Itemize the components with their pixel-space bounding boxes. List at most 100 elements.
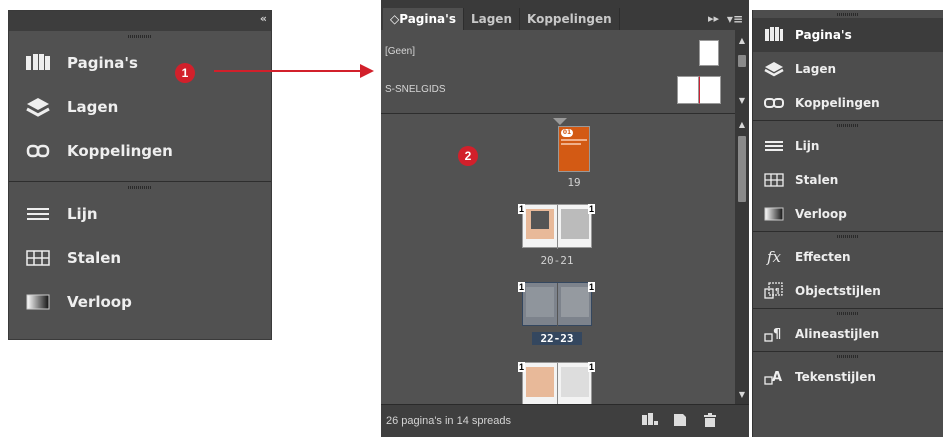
page-marker: 1 [588,282,596,292]
pages-panel: ◇Pagina's Lagen Koppelingen ▸▸ ▾≡ [Geen]… [381,0,749,437]
master-none[interactable]: [Geen] [385,46,415,57]
collapse-icon[interactable]: « [260,12,267,25]
stroke-icon [23,203,53,225]
right-item-label: Objectstijlen [795,284,881,298]
tab-pages[interactable]: ◇Pagina's [383,8,464,30]
right-item-character-styles[interactable]: A Tekenstijlen [753,360,943,394]
masters-section: [Geen] S-SNELGIDS ▲ ▼ [381,30,749,114]
page-marker: 1 [518,204,526,214]
expand-icon[interactable]: ▸▸ [708,12,719,25]
page-marker: 1 [518,282,526,292]
left-item-label: Lagen [67,98,119,116]
master-snelgids[interactable]: S-SNELGIDS [385,84,446,95]
scroll-down-icon[interactable]: ▼ [735,390,749,399]
panel-grip[interactable] [753,309,943,317]
trash-icon[interactable] [703,413,717,430]
scroll-thumb[interactable] [738,55,746,67]
right-item-pages[interactable]: Pagina's [753,18,943,52]
pages-icon [763,26,785,44]
panel-tab-bar: ◇Pagina's Lagen Koppelingen ▸▸ ▾≡ [381,0,749,30]
page-content [561,209,589,239]
links-icon [763,94,785,112]
left-item-swatches[interactable]: Stalen [9,236,271,280]
panel-menu-icon[interactable]: ▾≡ [727,12,743,26]
master-thumbnail[interactable] [699,40,719,66]
right-item-effects[interactable]: fx Effecten [753,240,943,274]
tab-links[interactable]: Koppelingen [520,8,620,30]
svg-text:¶: ¶ [773,327,781,342]
arrow-icon [214,64,374,78]
master-indicator-icon [553,118,567,125]
page-content [526,287,554,317]
edit-page-size-icon[interactable] [641,413,659,430]
right-item-object-styles[interactable]: ¶ Objectstijlen [753,274,943,308]
panel-grip[interactable] [753,10,943,18]
gradient-icon [763,205,785,223]
svg-text:¶: ¶ [775,287,779,295]
left-item-layers[interactable]: Lagen [9,85,271,129]
panel-grip[interactable] [9,31,271,41]
svg-text:A: A [772,370,782,385]
right-item-links[interactable]: Koppelingen [753,86,943,120]
scroll-thumb[interactable] [738,136,746,202]
right-item-swatches[interactable]: Stalen [753,163,943,197]
right-item-gradient[interactable]: Verloop [753,197,943,231]
panel-grip[interactable] [753,352,943,360]
right-item-label: Koppelingen [795,96,880,110]
paragraph-styles-icon: ¶ [763,325,785,343]
spine [557,363,558,404]
cover-badge: 01 [561,129,573,137]
page-marker: 1 [588,362,596,372]
new-page-icon[interactable] [673,413,687,430]
left-item-gradient[interactable]: Verloop [9,280,271,324]
right-item-layers[interactable]: Lagen [753,52,943,86]
pages-scrollbar[interactable]: ▲ ▼ [735,114,749,404]
right-item-label: Effecten [795,250,851,264]
gradient-icon [23,291,53,313]
left-item-links[interactable]: Koppelingen [9,129,271,173]
callout-marker-2: 2 [458,146,478,166]
spread-label-selected[interactable]: 22-23 [532,332,582,345]
right-item-label: Lijn [795,139,820,153]
scroll-up-icon[interactable]: ▲ [735,120,749,129]
page-marker: 1 [588,204,596,214]
page-content [561,139,587,141]
masters-scrollbar[interactable]: ▲ ▼ [735,30,749,114]
panel-grip[interactable] [753,121,943,129]
left-item-label: Pagina's [67,54,138,72]
spread-thumbnail[interactable] [522,362,592,404]
master-thumbnail[interactable] [699,76,721,104]
layers-icon [763,60,785,78]
right-item-paragraph-styles[interactable]: ¶ Alineastijlen [753,317,943,351]
right-item-label: Lagen [795,62,837,76]
page-thumbnail[interactable]: 01 [558,126,590,172]
panel-title-bar[interactable]: « [9,11,271,31]
page-content [531,211,549,229]
right-item-stroke[interactable]: Lijn [753,129,943,163]
status-bar: 26 pagina's in 14 spreads [381,404,749,437]
panel-grip[interactable] [753,232,943,240]
page-content [561,143,581,145]
right-item-label: Verloop [795,207,847,221]
spread-label[interactable]: 20-21 [507,254,607,267]
page-count-text: 26 pagina's in 14 spreads [386,415,512,427]
swatches-icon [763,171,785,189]
spread-thumbnail[interactable] [522,282,592,327]
right-item-label: Stalen [795,173,839,187]
right-panel: Pagina's Lagen Koppelingen Lijn Stalen V… [752,10,943,437]
object-styles-icon: ¶ [763,282,785,300]
page-content [561,367,589,397]
left-item-label: Stalen [67,249,122,267]
callout-marker-1: 1 [175,63,195,83]
spread-thumbnail[interactable] [522,204,592,249]
pages-area: 01 19 1 1 20-21 1 1 22-23 1 1 [381,114,735,404]
scroll-down-icon[interactable]: ▼ [735,96,749,105]
scroll-up-icon[interactable]: ▲ [735,36,749,45]
master-thumbnail[interactable] [677,76,699,104]
tab-layers[interactable]: Lagen [464,8,520,30]
spread-label[interactable]: 19 [524,176,624,189]
left-item-stroke[interactable]: Lijn [9,192,271,236]
stroke-icon [763,137,785,155]
layers-icon [23,96,53,118]
panel-grip[interactable] [9,182,271,192]
